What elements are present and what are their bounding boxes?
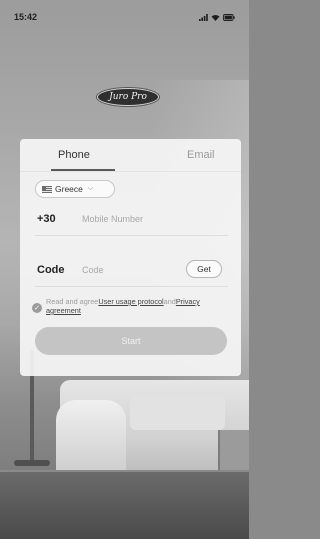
user-usage-protocol-link[interactable]: User usage protocol [98, 297, 163, 306]
floor-line [0, 470, 249, 472]
start-button[interactable]: Start [35, 327, 227, 355]
brand-logo: Juro Pro [97, 88, 159, 106]
agreement-and: and [163, 297, 176, 306]
country-selector[interactable]: Greece ⌵ [35, 180, 115, 198]
tab-email[interactable]: Email [187, 149, 215, 161]
status-time: 15:42 [14, 12, 38, 22]
signal-icon [199, 13, 208, 21]
status-bar: 15:42 [0, 0, 249, 34]
brand-logo-text: Juro Pro [109, 92, 147, 102]
mobile-number-input[interactable] [82, 209, 230, 229]
login-tabs: Phone Email [20, 139, 241, 172]
greece-flag-icon [42, 185, 52, 193]
code-label: Code [37, 264, 65, 276]
status-icons [199, 13, 235, 21]
dial-code: +30 [37, 213, 56, 225]
lamp-base [14, 460, 50, 466]
sofa-cushion [130, 395, 225, 430]
divider [35, 286, 228, 287]
agreement-prefix: Read and agree [46, 297, 99, 306]
battery-icon [223, 13, 235, 21]
tab-divider [20, 171, 241, 172]
get-code-button[interactable]: Get [186, 260, 222, 278]
divider [35, 235, 228, 236]
login-card: Phone Email Greece ⌵ +30 Code Get ✓ Read… [20, 139, 241, 376]
verification-code-input[interactable] [82, 260, 172, 280]
tab-phone[interactable]: Phone [58, 149, 90, 161]
agreement-text: Read and agreeUser usage protocolandPriv… [32, 297, 232, 315]
floor [0, 470, 249, 539]
country-name: Greece [55, 184, 83, 194]
chevron-down-icon: ⌵ [87, 185, 94, 192]
wifi-icon [211, 14, 220, 21]
